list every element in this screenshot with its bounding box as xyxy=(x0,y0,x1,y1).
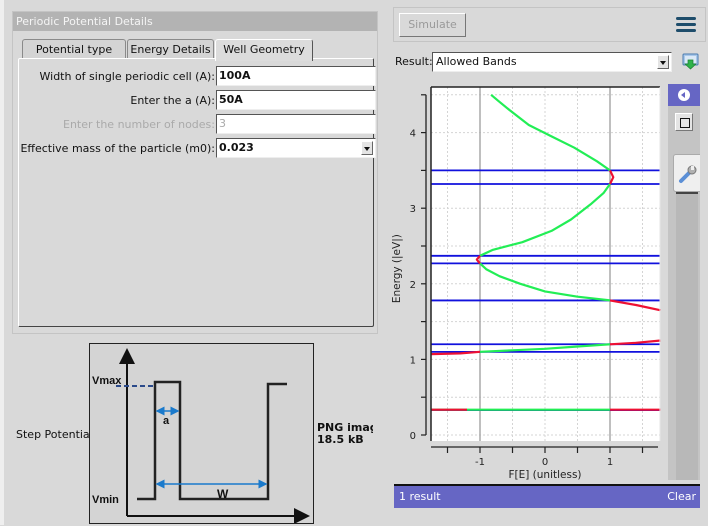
wrench-tab[interactable] xyxy=(673,154,700,192)
effective-mass-row: Effective mass of the particle (m0): 0.0… xyxy=(19,138,376,160)
vmax-label: Vmax xyxy=(92,375,122,387)
result-count: 1 result xyxy=(399,490,441,503)
step-potential-label: Step Potential: xyxy=(16,428,97,441)
simulate-button[interactable]: Simulate xyxy=(399,13,466,37)
a-label: a xyxy=(163,415,170,427)
w-label: W xyxy=(217,487,229,501)
x-tick-label: -1 xyxy=(475,457,485,468)
cell-width-label: Width of single periodic cell (A): xyxy=(39,70,216,83)
x-axis-label: F[E] (unitless) xyxy=(508,469,581,480)
x-tick-label: 0 xyxy=(542,457,548,468)
y-axis-label: Energy (|eV|) xyxy=(391,234,403,303)
effective-mass-value: 0.023 xyxy=(219,141,254,154)
collapse-button[interactable] xyxy=(668,84,700,106)
tab-potential-type[interactable]: Potential type xyxy=(22,39,126,60)
tab-well-geometry[interactable]: Well Geometry xyxy=(215,39,313,61)
effective-mass-select[interactable]: 0.023 xyxy=(216,138,376,158)
potential-profile xyxy=(137,380,287,501)
y-tick-label: 2 xyxy=(410,280,416,291)
result-selected-value: Allowed Bands xyxy=(436,55,517,68)
well-geometry-form: Width of single periodic cell (A): 100A … xyxy=(18,58,376,327)
a-width-input[interactable]: 50A xyxy=(216,90,376,110)
periodic-potential-panel: Periodic Potential Details Potential typ… xyxy=(12,11,378,334)
x-tick-label: 1 xyxy=(607,457,613,468)
a-width-label: Enter the a (A): xyxy=(130,94,215,107)
wrench-icon xyxy=(679,165,697,183)
y-tick-label: 1 xyxy=(410,355,416,366)
chevron-left-circle-icon xyxy=(678,89,690,101)
step-potential-image: Vmax Vmin a W xyxy=(89,343,314,524)
chevron-down-icon[interactable] xyxy=(361,141,373,155)
result-label: Result: xyxy=(395,55,433,68)
band-plot-svg: 0 1 2 3 4 -1 0 1 F[E] (unitless) Energy (|eV|) xyxy=(391,86,661,481)
panel-title: Periodic Potential Details xyxy=(13,12,377,31)
results-bar: 1 result Clear xyxy=(394,484,700,508)
nodes-row: Enter the number of nodes: 3 xyxy=(19,114,376,136)
hamburger-menu-icon[interactable] xyxy=(676,17,696,33)
a-width-row: Enter the a (A): 50A xyxy=(19,90,376,112)
y-tick-label: 0 xyxy=(410,431,416,442)
window-edge xyxy=(0,0,4,525)
cell-width-row: Width of single periodic cell (A): 100A xyxy=(19,66,376,88)
clear-button[interactable]: Clear xyxy=(667,486,696,508)
nodes-input: 3 xyxy=(216,114,376,134)
y-tick-label: 4 xyxy=(410,129,416,140)
nodes-label: Enter the number of nodes: xyxy=(63,118,215,131)
chevron-down-icon[interactable] xyxy=(657,55,669,69)
cell-width-input[interactable]: 100A xyxy=(216,66,376,86)
square-icon[interactable] xyxy=(675,113,693,131)
effective-mass-label: Effective mass of the particle (m0): xyxy=(20,142,215,155)
step-potential-diagram: Vmax Vmin a W xyxy=(92,348,310,524)
y-tick-label: 3 xyxy=(410,204,416,215)
png-info: PNG image 18.5 kB xyxy=(317,422,373,446)
result-select[interactable]: Allowed Bands xyxy=(432,52,672,72)
band-plot[interactable]: 0 1 2 3 4 -1 0 1 F[E] (unitless) Energy (|eV|) xyxy=(385,80,665,481)
download-icon[interactable] xyxy=(682,53,699,70)
vmin-label: Vmin xyxy=(92,494,119,506)
side-panel-scroll[interactable] xyxy=(676,192,698,480)
tab-energy-details[interactable]: Energy Details xyxy=(127,39,214,60)
toolbar: Simulate xyxy=(393,7,706,42)
png-size: 18.5 kB xyxy=(317,433,364,446)
side-toolbar xyxy=(668,84,700,480)
